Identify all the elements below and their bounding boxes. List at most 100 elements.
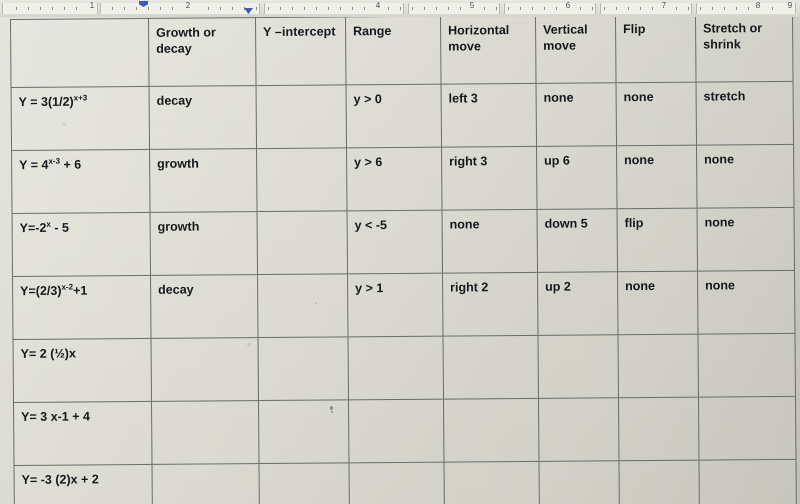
ruler-tick (136, 7, 137, 10)
ruler-tick (688, 7, 689, 10)
cell-range[interactable]: y > 1 (347, 273, 444, 337)
cell-y-intercept[interactable] (257, 273, 349, 338)
cell-growth-or-decay[interactable] (151, 400, 259, 465)
equation-base: Y= 2 (½)x (20, 346, 76, 361)
ruler-tick (676, 7, 677, 10)
cell-y-intercept[interactable] (257, 210, 348, 275)
horizontal-ruler[interactable]: 1 2 4 5 6 7 8 9 (0, 0, 800, 17)
ruler-number: 8 (755, 1, 761, 10)
ruler-tick (40, 7, 41, 10)
cell-flip[interactable] (617, 334, 699, 398)
cell-equation[interactable]: Y= -3 (2)x + 2 (14, 464, 153, 504)
cell-range[interactable] (348, 462, 445, 504)
cell-range[interactable] (348, 336, 444, 400)
cell-equation[interactable]: Y= 2 (½)x (13, 338, 152, 403)
table-row: Y=(2/3)x-2+1 decay y > 1 right 2 up 2 none non… (12, 270, 795, 340)
cell-equation[interactable]: Y = 4x-3 + 6 (11, 149, 151, 214)
cell-y-intercept[interactable] (256, 84, 347, 149)
exponential-functions-table: Growth or decay Y –intercept Range Horiz… (10, 12, 797, 504)
cell-y-intercept[interactable] (256, 147, 348, 212)
cell-growth-or-decay[interactable]: growth (149, 148, 258, 213)
cell-horizontal-move[interactable] (443, 461, 540, 504)
cell-range[interactable]: y > 6 (346, 147, 443, 211)
cell-flip[interactable] (618, 460, 700, 504)
cell-horizontal-move[interactable] (443, 398, 539, 463)
ruler-tick (124, 7, 125, 10)
cell-y-intercept[interactable] (258, 462, 350, 504)
ruler-tick (316, 7, 317, 10)
cell-stretch-or-shrink[interactable]: none (696, 144, 795, 209)
ruler-tick (556, 7, 557, 10)
cell-vertical-move[interactable]: up 2 (537, 271, 618, 336)
equation-base: Y = 3(1/2) (18, 94, 74, 110)
ruler-tick (64, 7, 65, 10)
cell-flip[interactable]: none (616, 145, 698, 209)
ruler-tick (400, 7, 401, 10)
cell-flip[interactable]: none (616, 82, 697, 146)
cell-range[interactable]: y < -5 (347, 210, 443, 274)
cell-equation[interactable]: Y=(2/3)x-2+1 (12, 275, 152, 340)
ruler-tick (484, 7, 485, 10)
cell-equation[interactable]: Y= 3 x-1 + 4 (13, 401, 153, 466)
cell-horizontal-move[interactable]: right 2 (442, 272, 539, 337)
cell-growth-or-decay[interactable]: decay (150, 274, 259, 339)
cell-equation[interactable]: Y=-2x - 5 (12, 212, 151, 277)
ruler-tick (16, 7, 17, 10)
ruler-tick (388, 7, 389, 10)
cell-growth-or-decay[interactable]: growth (150, 211, 258, 276)
cell-horizontal-move[interactable]: none (442, 209, 538, 274)
cell-range[interactable]: y > 0 (346, 84, 442, 148)
cell-stretch-or-shrink[interactable]: stretch (696, 81, 794, 146)
cell-growth-or-decay[interactable]: decay (149, 85, 257, 150)
equation-exponent: x-3 (48, 156, 61, 166)
cell-flip[interactable]: none (617, 271, 698, 335)
cell-horizontal-move[interactable]: left 3 (441, 83, 537, 148)
ruler-tick (724, 7, 725, 10)
cell-vertical-move[interactable]: down 5 (537, 208, 618, 273)
cell-stretch-or-shrink[interactable] (697, 333, 796, 398)
cell-flip[interactable]: flip (617, 208, 698, 272)
ruler-tick (160, 7, 161, 10)
cell-vertical-move[interactable]: up 6 (536, 145, 618, 210)
cell-y-intercept[interactable] (258, 336, 349, 401)
cell-stretch-or-shrink[interactable] (698, 396, 796, 461)
header-cell-equation (10, 18, 150, 88)
cell-vertical-move[interactable] (538, 397, 619, 462)
ruler-tick (580, 7, 581, 10)
cell-flip[interactable] (618, 397, 699, 461)
ruler-tick (232, 7, 233, 10)
table-container: Growth or decay Y –intercept Range Horiz… (10, 12, 797, 504)
ruler-number: 6 (565, 1, 571, 10)
cell-horizontal-move[interactable] (443, 335, 539, 400)
cell-stretch-or-shrink[interactable] (698, 459, 797, 504)
ruler-tick (736, 7, 737, 10)
ruler-tick (532, 7, 533, 10)
cell-vertical-move[interactable] (538, 460, 620, 504)
ruler-tick (412, 7, 413, 10)
cell-horizontal-move[interactable]: right 3 (441, 146, 538, 211)
table-row: Y = 4x-3 + 6 growth y > 6 right 3 up 6 none no… (11, 144, 795, 214)
table-row: Y= -3 (2)x + 2 (14, 459, 797, 504)
ruler-tick (448, 7, 449, 10)
cell-stretch-or-shrink[interactable]: none (697, 207, 795, 272)
equation-base: Y= -3 (2)x + 2 (21, 472, 99, 487)
cell-vertical-move[interactable]: none (536, 82, 617, 147)
ruler-tick (280, 7, 281, 10)
ruler-tick (424, 7, 425, 10)
table-row: Y= 3 x-1 + 4 (13, 396, 796, 466)
ruler-tick (616, 7, 617, 10)
cell-y-intercept[interactable] (258, 399, 349, 464)
cell-vertical-move[interactable] (538, 334, 619, 399)
cell-range[interactable] (348, 399, 444, 463)
cell-equation[interactable]: Y = 3(1/2)x+3 (11, 86, 150, 151)
header-cell-vertical-move: Vertical move (535, 14, 617, 84)
cell-growth-or-decay[interactable] (152, 463, 260, 504)
equation-base: Y = 4 (19, 157, 49, 173)
photo-speck (331, 411, 333, 413)
ruler-tick (640, 7, 641, 10)
ruler-number: 1 (89, 1, 95, 10)
cell-stretch-or-shrink[interactable]: none (697, 270, 795, 335)
ruler-tick (712, 7, 713, 10)
cell-growth-or-decay[interactable] (151, 337, 259, 402)
ruler-segment (264, 3, 404, 14)
